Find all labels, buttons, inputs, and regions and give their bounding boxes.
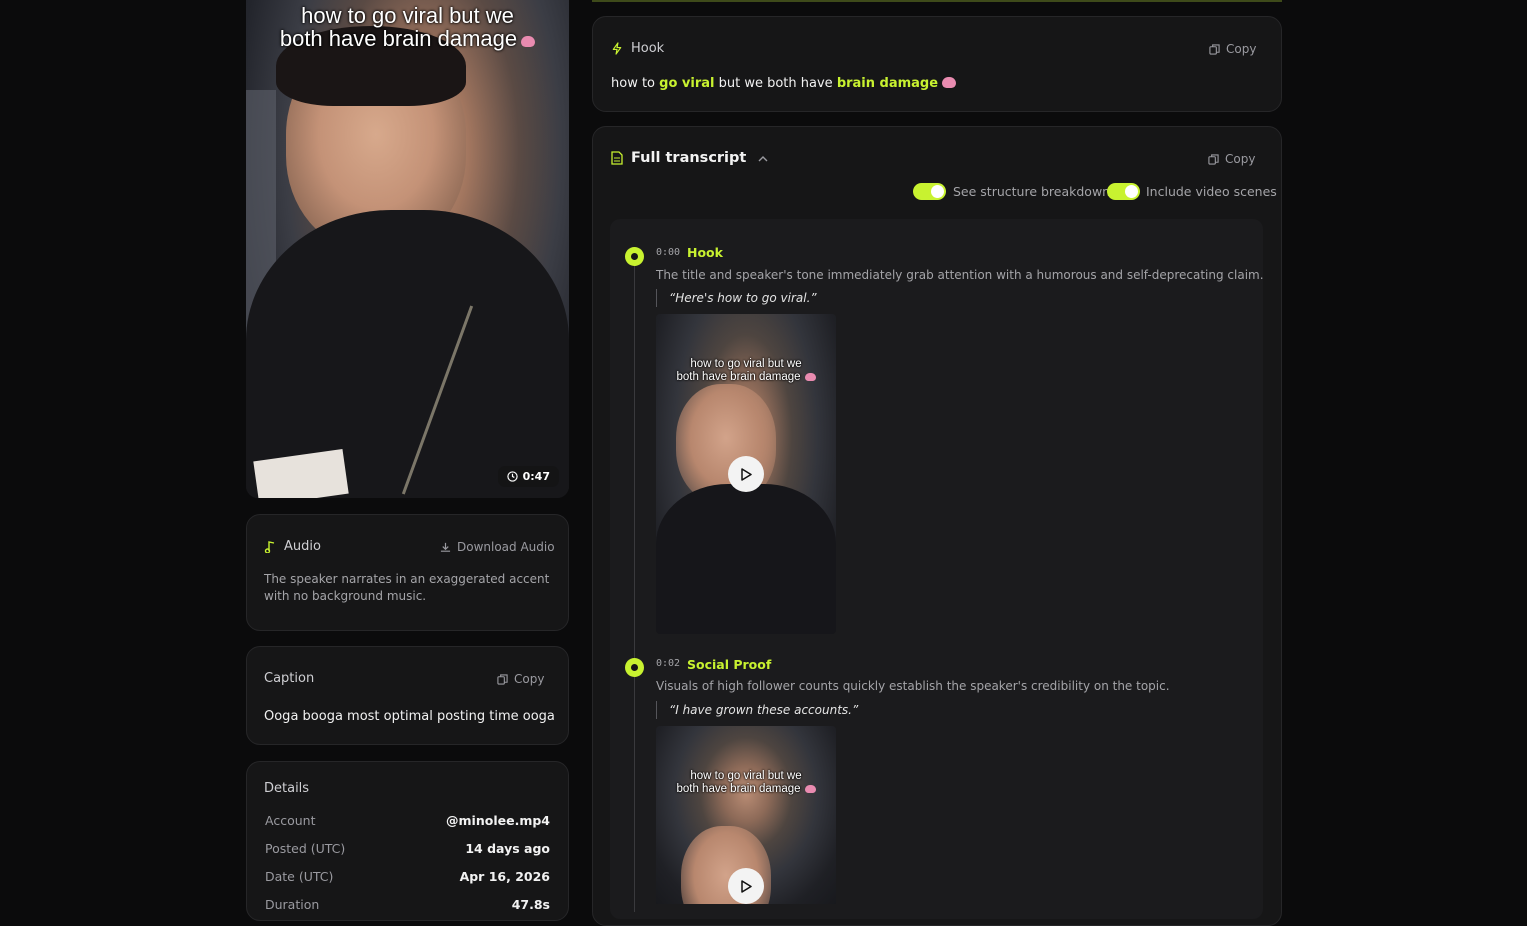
section-quote: “Here's how to go viral.” <box>656 289 817 307</box>
lightning-icon <box>612 42 622 55</box>
hook-header: Hook <box>611 41 664 56</box>
transcript-copy-button[interactable]: Copy <box>1208 152 1255 166</box>
copy-icon <box>1209 43 1220 55</box>
timeline-dot <box>625 658 644 677</box>
hook-text: how to go viral but we both have brain d… <box>611 76 957 91</box>
caption-text: Ooga booga most optimal posting time oog… <box>264 709 555 724</box>
hook-text-part: how to <box>611 76 660 91</box>
timeline-line <box>634 262 635 912</box>
scene-person-body <box>656 484 836 634</box>
hook-text-part: but we both have <box>714 76 837 91</box>
duration-text: 0:47 <box>522 470 550 483</box>
caption-copy-label: Copy <box>514 672 545 686</box>
clock-icon <box>506 471 518 482</box>
play-button[interactable] <box>728 868 764 904</box>
audio-card: Audio Download Audio The speaker narrate… <box>246 514 569 631</box>
detail-row-account: Account @minolee.mp4 <box>265 813 550 828</box>
structure-breakdown-toggle[interactable] <box>913 183 946 200</box>
caption-title: Caption <box>264 671 315 686</box>
detail-value: 47.8s <box>511 897 550 912</box>
hook-title: Hook <box>631 41 665 56</box>
hook-copy-button[interactable]: Copy <box>1209 42 1256 56</box>
detail-row-date: Date (UTC) Apr 16, 2026 <box>265 869 550 884</box>
details-title: Details <box>264 781 310 796</box>
detail-row-duration: Duration 47.8s <box>265 897 550 912</box>
copy-icon <box>1208 153 1219 165</box>
detail-key: Account <box>265 813 316 828</box>
caption-copy-button[interactable]: Copy <box>497 672 544 686</box>
transcript-title: Full transcript <box>631 150 747 166</box>
detail-value: Apr 16, 2026 <box>459 869 550 884</box>
hook-copy-label: Copy <box>1226 42 1257 56</box>
brain-emoji-icon <box>521 36 536 47</box>
document-icon <box>611 151 623 165</box>
section-timestamp: 0:00 <box>656 247 681 258</box>
music-note-icon <box>264 541 275 553</box>
hook-highlight: go viral <box>659 76 715 91</box>
video-caption: how to go viral but we both have brain d… <box>246 4 569 50</box>
audio-description: The speaker narrates in an exaggerated a… <box>264 572 550 603</box>
scene-thumbnail[interactable]: how to go viral but we both have brain d… <box>656 726 836 904</box>
section-description: The title and speaker's tone immediately… <box>656 268 1264 282</box>
scene-caption: how to go viral but we both have brain d… <box>656 358 836 384</box>
chevron-up-icon <box>758 155 768 161</box>
audio-title: Audio <box>284 539 321 554</box>
play-icon <box>741 467 752 481</box>
section-quote: “I have grown these accounts.” <box>656 701 858 719</box>
hook-highlight: brain damage <box>836 76 939 91</box>
section-title: Hook <box>687 245 723 260</box>
detail-key: Date (UTC) <box>265 869 334 884</box>
detail-value: @minolee.mp4 <box>446 813 550 828</box>
transcript-header[interactable]: Full transcript <box>611 150 768 166</box>
transcript-copy-label: Copy <box>1225 152 1256 166</box>
structure-breakdown-label: See structure breakdown <box>953 184 1111 199</box>
details-card: Details Account @minolee.mp4 Posted (UTC… <box>246 761 569 921</box>
video-scenes-label: Include video scenes <box>1146 184 1277 199</box>
detail-key: Posted (UTC) <box>265 841 346 856</box>
section-description: Visuals of high follower counts quickly … <box>656 679 1170 693</box>
download-audio-label: Download Audio <box>457 540 555 554</box>
hook-card: Hook Copy how to go viral but we both ha… <box>592 16 1282 112</box>
duration-badge: 0:47 <box>497 466 559 487</box>
play-icon <box>741 879 752 893</box>
detail-key: Duration <box>265 897 320 912</box>
brain-emoji-icon <box>804 785 816 793</box>
copy-icon <box>497 673 508 685</box>
audio-header: Audio <box>264 539 321 554</box>
download-audio-button[interactable]: Download Audio <box>440 540 555 554</box>
caption-card: Caption Copy Ooga booga most optimal pos… <box>246 646 569 745</box>
scene-thumbnail[interactable]: how to go viral but we both have brain d… <box>656 314 836 634</box>
brain-emoji-icon <box>942 77 957 88</box>
timeline-dot <box>625 247 644 266</box>
video-scenes-toggle[interactable] <box>1107 183 1140 200</box>
detail-row-posted: Posted (UTC) 14 days ago <box>265 841 550 856</box>
detail-value: 14 days ago <box>465 841 550 856</box>
video-player[interactable]: how to go viral but we both have brain d… <box>246 0 569 498</box>
play-button[interactable] <box>728 456 764 492</box>
download-icon <box>440 542 451 552</box>
section-timestamp: 0:02 <box>656 658 681 669</box>
top-card-edge <box>592 0 1282 2</box>
brain-emoji-icon <box>804 373 816 381</box>
scene-caption: how to go viral but we both have brain d… <box>656 770 836 796</box>
section-title: Social Proof <box>687 657 772 672</box>
